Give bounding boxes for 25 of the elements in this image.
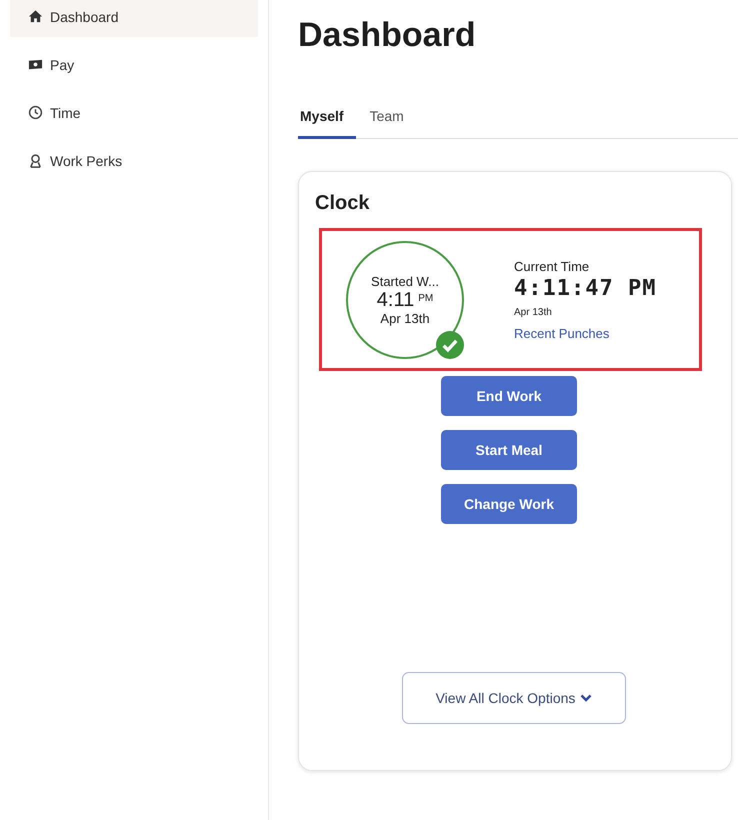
action-button[interactable]: End Work: [441, 376, 577, 416]
sidebar-item[interactable]: Pay: [10, 44, 258, 85]
clock-options-button[interactable]: View All Clock Options: [402, 672, 626, 724]
time-period: PM: [418, 292, 434, 304]
current-date: Apr 13th: [514, 306, 553, 318]
tab[interactable]: Team: [370, 108, 404, 138]
sidebar-item[interactable]: Time: [10, 92, 258, 133]
current-time: 4:11:47 PM: [514, 276, 656, 300]
recent-punches-link[interactable]: Recent Punches: [514, 326, 656, 340]
start-time: 4:11: [376, 288, 414, 310]
home-icon: [28, 9, 43, 24]
action-button[interactable]: Change Work: [441, 484, 577, 524]
action-button[interactable]: Start Meal: [441, 430, 577, 470]
current-time-label: Current Time: [514, 258, 590, 274]
start-date: Apr 13th: [380, 310, 430, 326]
banknote-icon: [28, 57, 43, 72]
chevron-down-icon: [580, 694, 592, 702]
page-title: Dashboard: [298, 16, 477, 56]
sidebar-item[interactable]: Dashboard: [10, 0, 258, 37]
tab[interactable]: Myself: [298, 108, 356, 139]
status-label: Started W...: [371, 274, 439, 288]
award-icon: [28, 153, 43, 168]
sidebar-item[interactable]: Work Perks: [10, 140, 258, 181]
clock-icon: [28, 105, 43, 120]
card-title: Clock: [315, 192, 370, 215]
